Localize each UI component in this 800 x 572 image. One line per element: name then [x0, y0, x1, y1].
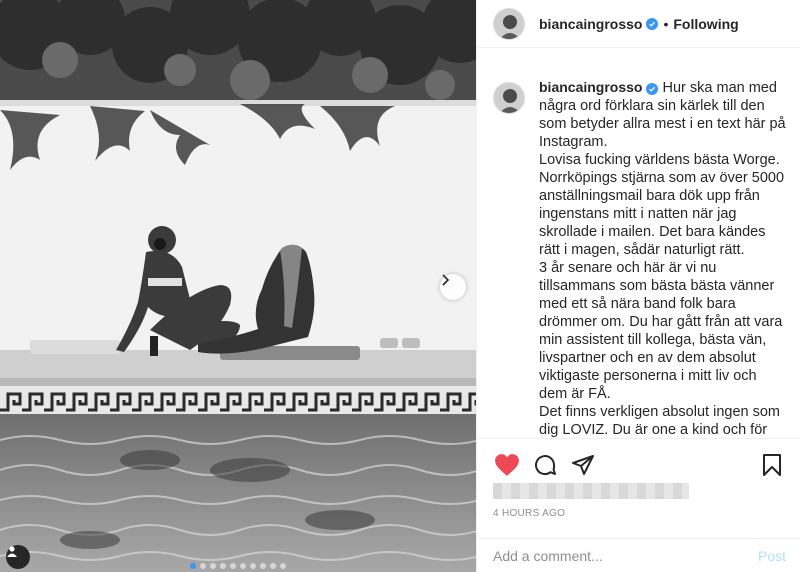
post-header: biancaingrosso • Following	[477, 0, 800, 48]
caption-row: biancaingrosso Hur ska man med några ord…	[493, 78, 786, 438]
carousel-dot	[190, 563, 196, 569]
caption-body: Hur ska man med några ord förklara sin k…	[539, 80, 786, 438]
carousel-dot	[220, 563, 226, 569]
caption-username-link[interactable]: biancaingrosso	[539, 79, 642, 95]
carousel-dot	[280, 563, 286, 569]
comment-input[interactable]	[493, 547, 758, 564]
username-link[interactable]: biancaingrosso	[539, 16, 642, 32]
verified-badge-icon	[646, 17, 659, 30]
pool-scene-image	[0, 0, 476, 572]
comment-button[interactable]	[531, 451, 559, 479]
post-panel: biancaingrosso • Following biancaingross…	[476, 0, 800, 572]
carousel-dot	[210, 563, 216, 569]
separator: •	[663, 15, 669, 32]
carousel-dot	[230, 563, 236, 569]
add-comment-bar: Post	[477, 538, 800, 572]
action-bar	[477, 438, 800, 482]
paper-plane-icon	[572, 454, 594, 475]
share-button[interactable]	[569, 451, 597, 479]
carousel-dot	[240, 563, 246, 569]
chevron-right-icon	[442, 274, 450, 286]
carousel-dot	[200, 563, 206, 569]
caption-text: biancaingrosso Hur ska man med några ord…	[539, 78, 786, 438]
likes-count-obscured[interactable]	[493, 483, 689, 499]
heart-icon	[495, 453, 519, 476]
carousel-dot	[250, 563, 256, 569]
avatar[interactable]	[493, 82, 525, 114]
next-photo-button[interactable]	[440, 274, 466, 300]
carousel-indicator	[0, 563, 476, 569]
carousel-dot	[260, 563, 266, 569]
verified-badge-icon	[646, 83, 659, 95]
post-timestamp[interactable]: 4 HOURS AGO	[493, 508, 565, 519]
post-comment-button[interactable]: Post	[758, 548, 786, 564]
post-photo[interactable]	[0, 0, 476, 572]
save-button[interactable]	[758, 451, 786, 479]
comment-icon	[535, 454, 556, 475]
following-button[interactable]: Following	[673, 16, 738, 32]
comments-area[interactable]: biancaingrosso Hur ska man med några ord…	[477, 78, 800, 438]
carousel-dot	[270, 563, 276, 569]
user-tag-icon	[7, 546, 17, 557]
avatar[interactable]	[493, 7, 525, 40]
bookmark-icon	[763, 453, 781, 476]
like-button[interactable]	[493, 451, 521, 479]
